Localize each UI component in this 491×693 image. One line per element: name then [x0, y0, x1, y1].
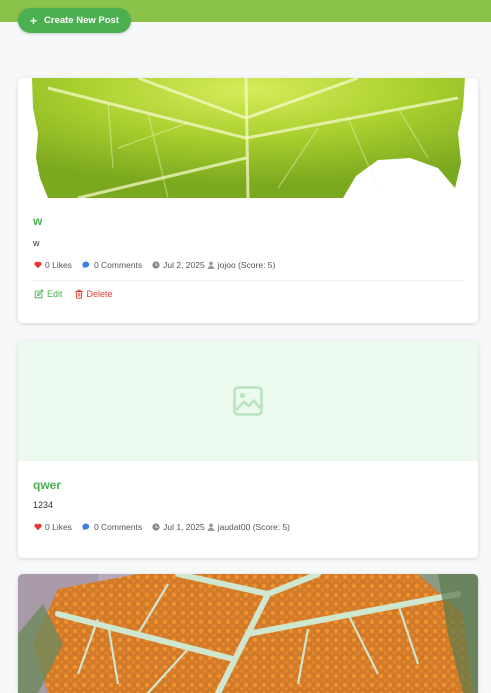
- divider: [33, 280, 463, 281]
- heart-icon: [34, 523, 42, 531]
- comment-icon: [82, 261, 90, 269]
- clock-icon: [152, 261, 160, 269]
- comments-count[interactable]: 0 Comments: [82, 260, 142, 270]
- rust-leaf-photo: [18, 574, 478, 693]
- comments-count[interactable]: 0 Comments: [82, 522, 142, 532]
- trash-icon: [74, 289, 83, 299]
- post-card: w w 0 Likes 0 Comments Jul 2, 2025 jojoo…: [18, 78, 478, 323]
- post-title[interactable]: w: [33, 214, 478, 228]
- leaf-photo: [18, 78, 478, 198]
- clock-icon: [152, 523, 160, 531]
- post-actions: Edit Delete: [34, 289, 478, 299]
- likes-count[interactable]: 0 Likes: [34, 522, 72, 532]
- post-date: Jul 2, 2025: [152, 260, 205, 270]
- post-meta: 0 Likes 0 Comments Jul 2, 2025 jojoo (Sc…: [34, 260, 478, 270]
- post-image-leaf[interactable]: [18, 78, 478, 198]
- post-author[interactable]: jojoo (Score: 5): [207, 260, 275, 270]
- post-meta: 0 Likes 0 Comments Jul 1, 2025 jaudat00 …: [34, 522, 478, 532]
- delete-button[interactable]: Delete: [74, 289, 113, 299]
- create-new-post-button[interactable]: + Create New Post: [18, 8, 131, 33]
- post-title[interactable]: qwer: [33, 478, 478, 492]
- plus-icon: +: [30, 13, 38, 28]
- comment-icon: [82, 523, 90, 531]
- heart-icon: [34, 261, 42, 269]
- post-date: Jul 1, 2025: [152, 522, 205, 532]
- image-placeholder-icon: [233, 386, 263, 416]
- post-body: 1234: [33, 500, 54, 510]
- post-image-placeholder[interactable]: [18, 341, 478, 461]
- likes-count[interactable]: 0 Likes: [34, 260, 72, 270]
- post-image-rust-leaf[interactable]: [18, 574, 478, 693]
- post-body: w: [33, 238, 40, 248]
- post-card: [18, 574, 478, 693]
- post-card: qwer 1234 0 Likes 0 Comments Jul 1, 2025…: [18, 341, 478, 558]
- edit-button[interactable]: Edit: [34, 289, 63, 299]
- create-new-post-label: Create New Post: [44, 15, 119, 26]
- post-author[interactable]: jaudat00 (Score: 5): [207, 522, 290, 532]
- user-icon: [207, 261, 215, 269]
- edit-icon: [34, 289, 44, 299]
- user-icon: [207, 523, 215, 531]
